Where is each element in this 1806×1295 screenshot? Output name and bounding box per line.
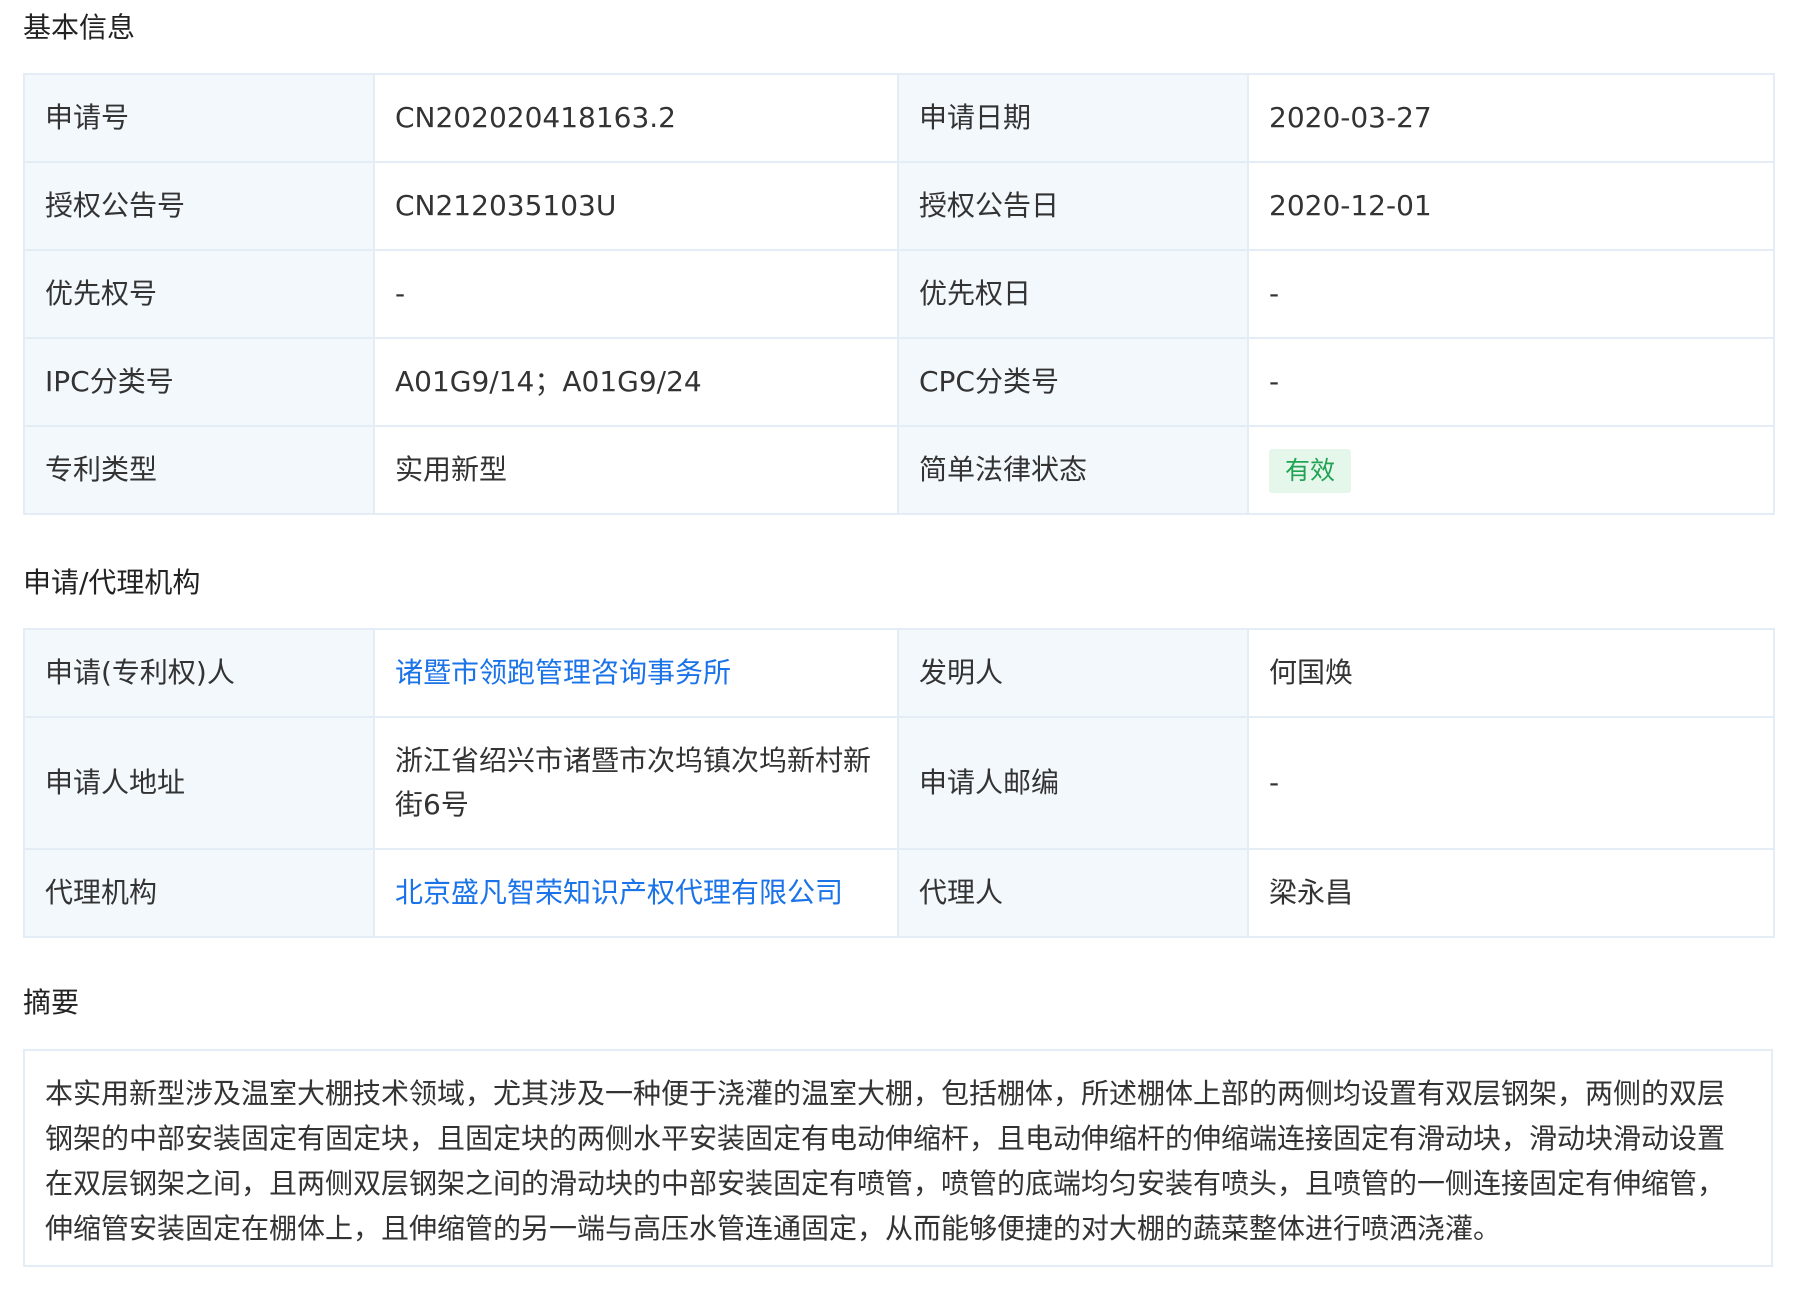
application-number-value: CN202020418163.2 — [373, 73, 899, 163]
applicant-label: 申请(专利权)人 — [23, 628, 375, 718]
applicant-address-label: 申请人地址 — [23, 716, 375, 850]
postcode-label: 申请人邮编 — [897, 716, 1249, 850]
priority-number-value: - — [373, 249, 899, 339]
agency-table: 申请(专利权)人 诸暨市领跑管理咨询事务所 发明人 何国焕 申请人地址 浙江省绍… — [23, 628, 1775, 938]
patent-type-label: 专利类型 — [23, 425, 375, 515]
agency-link[interactable]: 北京盛凡智荣知识产权代理有限公司 — [373, 848, 899, 938]
abstract-text: 本实用新型涉及温室大棚技术领域，尤其涉及一种便于浇灌的温室大棚，包括棚体，所述棚… — [23, 1049, 1773, 1267]
inventor-value: 何国焕 — [1247, 628, 1775, 718]
table-row: IPC分类号 A01G9/14；A01G9/24 CPC分类号 - — [23, 337, 1775, 427]
section-title-agency: 申请/代理机构 — [23, 566, 201, 599]
postcode-value: - — [1247, 716, 1775, 850]
section-title-basic-info: 基本信息 — [23, 11, 136, 44]
ipc-value: A01G9/14；A01G9/24 — [373, 337, 899, 427]
legal-status-label: 简单法律状态 — [897, 425, 1249, 515]
grant-date-value: 2020-12-01 — [1247, 161, 1775, 251]
applicant-address-value: 浙江省绍兴市诸暨市次坞镇次坞新村新街6号 — [373, 716, 899, 850]
table-row: 专利类型 实用新型 简单法律状态 有效 — [23, 425, 1775, 515]
priority-number-label: 优先权号 — [23, 249, 375, 339]
cpc-value: - — [1247, 337, 1775, 427]
table-row: 申请人地址 浙江省绍兴市诸暨市次坞镇次坞新村新街6号 申请人邮编 - — [23, 716, 1775, 850]
patent-type-value: 实用新型 — [373, 425, 899, 515]
application-number-label: 申请号 — [23, 73, 375, 163]
priority-date-value: - — [1247, 249, 1775, 339]
agent-value: 梁永昌 — [1247, 848, 1775, 938]
agency-label: 代理机构 — [23, 848, 375, 938]
status-badge: 有效 — [1269, 448, 1352, 493]
grant-number-value: CN212035103U — [373, 161, 899, 251]
section-title-abstract: 摘要 — [23, 986, 80, 1019]
table-row: 优先权号 - 优先权日 - — [23, 249, 1775, 339]
ipc-label: IPC分类号 — [23, 337, 375, 427]
table-row: 申请号 CN202020418163.2 申请日期 2020-03-27 — [23, 73, 1775, 163]
priority-date-label: 优先权日 — [897, 249, 1249, 339]
application-date-label: 申请日期 — [897, 73, 1249, 163]
grant-date-label: 授权公告日 — [897, 161, 1249, 251]
legal-status-cell: 有效 — [1247, 425, 1775, 515]
table-row: 代理机构 北京盛凡智荣知识产权代理有限公司 代理人 梁永昌 — [23, 848, 1775, 938]
table-row: 申请(专利权)人 诸暨市领跑管理咨询事务所 发明人 何国焕 — [23, 628, 1775, 718]
basic-info-table: 申请号 CN202020418163.2 申请日期 2020-03-27 授权公… — [23, 73, 1775, 515]
applicant-link[interactable]: 诸暨市领跑管理咨询事务所 — [373, 628, 899, 718]
grant-number-label: 授权公告号 — [23, 161, 375, 251]
application-date-value: 2020-03-27 — [1247, 73, 1775, 163]
agent-label: 代理人 — [897, 848, 1249, 938]
cpc-label: CPC分类号 — [897, 337, 1249, 427]
table-row: 授权公告号 CN212035103U 授权公告日 2020-12-01 — [23, 161, 1775, 251]
inventor-label: 发明人 — [897, 628, 1249, 718]
